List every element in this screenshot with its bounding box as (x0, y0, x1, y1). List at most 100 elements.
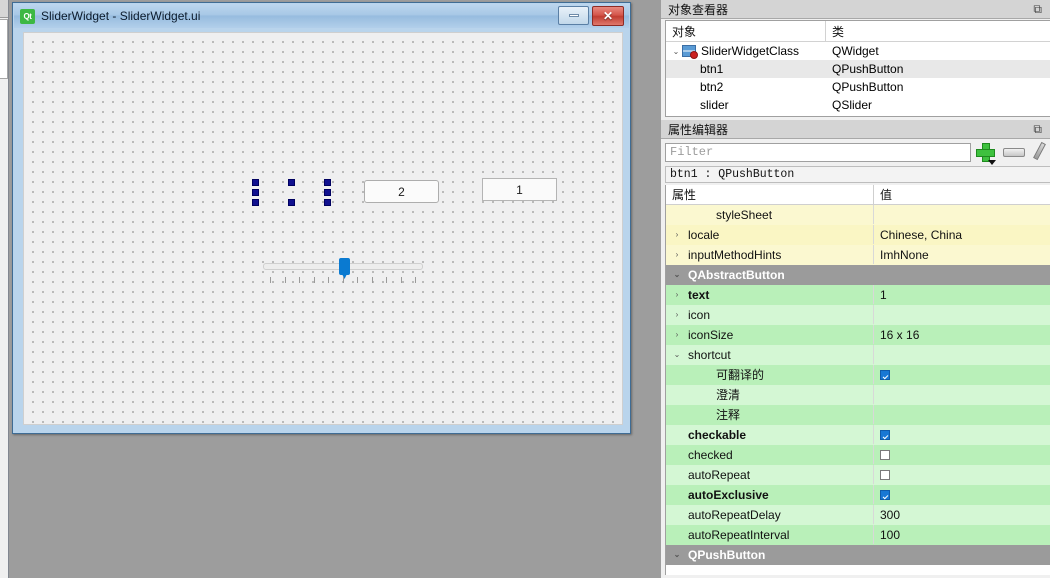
property-row[interactable]: › inputMethodHints ImhNone (666, 245, 1050, 265)
resize-handle-bottom-center[interactable] (288, 199, 295, 206)
property-name-cell: 注释 (666, 405, 874, 424)
chevron-down-icon[interactable]: ⌄ (670, 47, 682, 56)
btn2-widget[interactable]: 2 (364, 180, 439, 203)
resize-handle-top-right[interactable] (324, 179, 331, 186)
form-window: Qt SliderWidget - SliderWidget.ui ✕ 1 2 (12, 2, 631, 434)
property-row[interactable]: › icon (666, 305, 1050, 325)
property-row[interactable]: ⌄ QAbstractButton (666, 265, 1050, 285)
property-row[interactable]: autoRepeat (666, 465, 1050, 485)
checkbox-checked-icon[interactable] (880, 429, 890, 440)
slider-tick (313, 277, 315, 283)
property-row[interactable]: 可翻译的 (666, 365, 1050, 385)
property-value-cell[interactable] (874, 365, 1050, 384)
property-value-cell[interactable] (874, 385, 1050, 404)
property-value-cell[interactable] (874, 265, 1050, 284)
property-value-cell[interactable]: Chinese, China (874, 225, 1050, 244)
column-header-object[interactable]: 对象 (666, 21, 826, 41)
form-titlebar[interactable]: Qt SliderWidget - SliderWidget.ui ✕ (14, 4, 629, 28)
left-dock-sliver (0, 0, 9, 578)
property-row[interactable]: ⌄ QPushButton (666, 545, 1050, 565)
resize-handle-middle-right[interactable] (324, 189, 331, 196)
slider-handle[interactable] (339, 258, 350, 275)
form-window-title: SliderWidget - SliderWidget.ui (41, 9, 201, 23)
form-canvas[interactable]: 1 2 (23, 32, 623, 425)
property-row[interactable]: autoExclusive (666, 485, 1050, 505)
property-row[interactable]: › iconSize 16 x 16 (666, 325, 1050, 345)
expand-chevron-icon[interactable]: › (670, 230, 684, 239)
property-name-label: 注释 (716, 408, 741, 422)
btn1-widget[interactable]: 1 (482, 178, 557, 201)
column-header-property[interactable]: 属性 (666, 185, 874, 204)
object-tree[interactable]: 对象 类 ⌄ SliderWidgetClass QWidget btn1 QPushB… (665, 20, 1050, 117)
object-tree-row[interactable]: ⌄ SliderWidgetClass QWidget (666, 42, 1050, 60)
property-value-cell[interactable] (874, 545, 1050, 564)
expand-chevron-icon[interactable]: › (670, 290, 684, 299)
column-header-value[interactable]: 值 (874, 185, 1050, 204)
property-row[interactable]: autoRepeatInterval 100 (666, 525, 1050, 545)
expand-chevron-icon[interactable]: › (670, 310, 684, 319)
configure-button[interactable] (1032, 141, 1048, 161)
slider-ticks (263, 277, 423, 284)
expand-chevron-icon[interactable]: ⌄ (670, 550, 684, 559)
left-dock-list[interactable] (0, 19, 8, 79)
property-row[interactable]: styleSheet (666, 205, 1050, 225)
property-value-cell[interactable]: 1 (874, 285, 1050, 304)
property-value-cell[interactable] (874, 465, 1050, 484)
property-name-label: autoExclusive (688, 487, 769, 502)
close-button[interactable]: ✕ (592, 6, 624, 26)
resize-handle-bottom-left[interactable] (252, 199, 259, 206)
slider-widget[interactable] (263, 257, 423, 285)
float-icon[interactable]: ⧉ (1033, 2, 1042, 17)
property-row[interactable]: › text 1 (666, 285, 1050, 305)
resize-handle-top-center[interactable] (288, 179, 295, 186)
object-tree-row[interactable]: btn2 QPushButton (666, 78, 1050, 96)
object-tree-row[interactable]: slider QSlider (666, 96, 1050, 114)
slider-tick (371, 277, 373, 283)
expand-chevron-icon[interactable]: ⌄ (670, 350, 684, 359)
checkbox-unchecked-icon[interactable] (880, 449, 890, 460)
object-tree-body: ⌄ SliderWidgetClass QWidget btn1 QPushButton… (666, 42, 1050, 114)
minimize-icon (568, 14, 579, 17)
property-name-cell: › iconSize (666, 325, 874, 344)
expand-chevron-icon[interactable]: › (670, 330, 684, 339)
property-row[interactable]: ⌄ shortcut (666, 345, 1050, 365)
filter-input[interactable]: Filter (665, 142, 971, 162)
remove-property-button[interactable] (1003, 147, 1025, 157)
expand-chevron-icon[interactable]: › (670, 250, 684, 259)
float-icon[interactable]: ⧉ (1033, 122, 1042, 137)
resize-handle-bottom-right[interactable] (324, 199, 331, 206)
selected-object-label: btn1 : QPushButton (665, 166, 1050, 183)
property-row[interactable]: checkable (666, 425, 1050, 445)
property-value-cell[interactable] (874, 405, 1050, 424)
property-table[interactable]: 属性 值 styleSheet › locale Chinese, China › inp… (665, 185, 1050, 575)
slider-tick (270, 277, 271, 283)
property-value-cell[interactable]: 16 x 16 (874, 325, 1050, 344)
property-value-cell[interactable]: 100 (874, 525, 1050, 544)
checkbox-unchecked-icon[interactable] (880, 469, 890, 480)
resize-handle-middle-left[interactable] (252, 189, 259, 196)
property-row[interactable]: checked (666, 445, 1050, 465)
plus-icon (975, 142, 996, 165)
property-value-cell[interactable]: 300 (874, 505, 1050, 524)
checkbox-checked-icon[interactable] (880, 489, 890, 500)
property-value-cell[interactable] (874, 305, 1050, 324)
add-property-button[interactable] (975, 142, 996, 165)
property-value-cell[interactable] (874, 345, 1050, 364)
minimize-button[interactable] (558, 6, 589, 25)
property-value-cell[interactable] (874, 485, 1050, 504)
property-value-cell[interactable]: ImhNone (874, 245, 1050, 264)
property-row[interactable]: 澄清 (666, 385, 1050, 405)
property-name-label: text (688, 287, 710, 302)
object-tree-row[interactable]: btn1 QPushButton (666, 60, 1050, 78)
column-header-class[interactable]: 类 (826, 21, 1050, 41)
checkbox-checked-icon[interactable] (880, 369, 890, 380)
property-value-cell[interactable] (874, 205, 1050, 224)
property-value-cell[interactable] (874, 425, 1050, 444)
property-row[interactable]: 注释 (666, 405, 1050, 425)
btn1-selection[interactable]: 1 (252, 178, 557, 206)
property-row[interactable]: › locale Chinese, China (666, 225, 1050, 245)
resize-handle-top-left[interactable] (252, 179, 259, 186)
expand-chevron-icon[interactable]: ⌄ (670, 270, 684, 279)
property-value-cell[interactable] (874, 445, 1050, 464)
property-row[interactable]: autoRepeatDelay 300 (666, 505, 1050, 525)
